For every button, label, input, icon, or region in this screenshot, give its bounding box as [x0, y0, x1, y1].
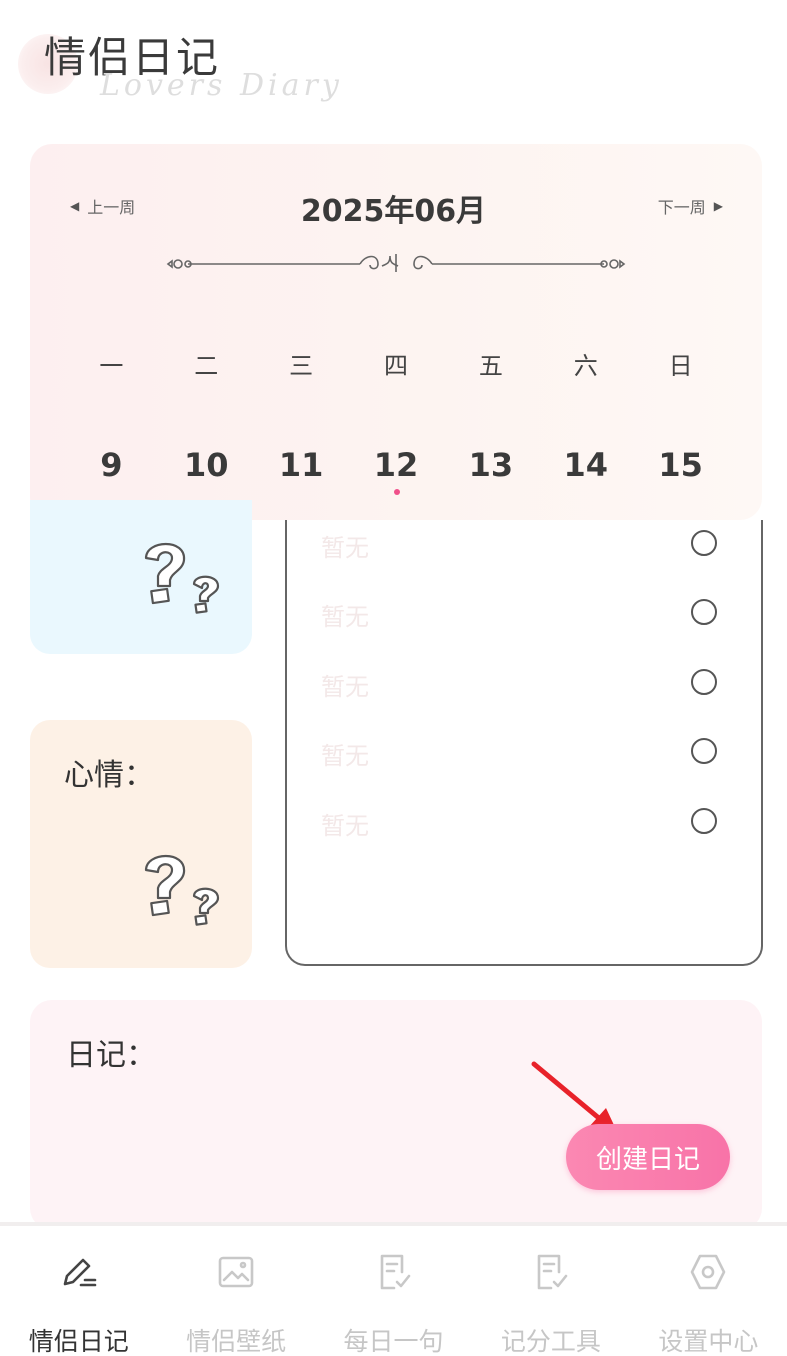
date-cell[interactable]: 13	[443, 446, 538, 484]
scorecard-icon	[531, 1252, 571, 1292]
todo-text: 暂无	[321, 673, 369, 701]
todo-item[interactable]: 暂无	[287, 593, 761, 633]
todo-text: 暂无	[321, 534, 369, 562]
tab-settings[interactable]: 设置中心	[630, 1226, 787, 1356]
weekday-label: 三	[289, 352, 314, 380]
date-cell[interactable]: 11	[254, 446, 349, 484]
diary-label: 日记：	[66, 1038, 156, 1073]
tab-couple-diary[interactable]: 情侣日记	[0, 1226, 157, 1356]
todo-list-card: 暂无 暂无 暂无 暂无 暂无	[285, 520, 763, 966]
tab-daily-quote[interactable]: 每日一句	[315, 1226, 472, 1356]
todo-checkbox[interactable]	[691, 669, 717, 695]
weekday-label: 五	[478, 352, 503, 380]
tab-label: 设置中心	[658, 1327, 759, 1356]
todo-checkbox[interactable]	[691, 599, 717, 625]
tab-label: 每日一句	[343, 1327, 444, 1356]
next-week-button[interactable]: 下一周 ▶	[658, 194, 723, 218]
todo-text: 暂无	[321, 742, 369, 770]
ornament-divider	[166, 254, 626, 272]
todo-text: 暂无	[321, 812, 369, 840]
tab-couple-wallpaper[interactable]: 情侣壁纸	[157, 1226, 314, 1356]
create-diary-button[interactable]: 创建日记	[566, 1124, 730, 1190]
weekday-label: 四	[384, 352, 408, 380]
weekday-row: 一 二 三 四 五 六 日	[64, 346, 728, 381]
weekday-label: 六	[573, 352, 598, 380]
pencil-icon	[59, 1252, 99, 1292]
weekday-label: 一	[99, 352, 124, 380]
date-cell-selected[interactable]: 12	[349, 446, 444, 484]
tab-label: 记分工具	[500, 1327, 601, 1356]
image-icon	[216, 1252, 256, 1292]
date-cell[interactable]: 15	[633, 446, 728, 484]
settings-icon	[688, 1252, 728, 1292]
question-marks-icon	[144, 543, 220, 614]
todo-text: 暂无	[321, 603, 369, 631]
bottom-tab-bar: 情侣日记 情侣壁纸 每日一句 记分工具 设置中心	[0, 1222, 787, 1356]
tab-label: 情侣日记	[28, 1327, 129, 1356]
selected-date-indicator	[394, 489, 400, 495]
todo-checkbox[interactable]	[691, 738, 717, 764]
todo-item[interactable]: 暂无	[287, 524, 761, 564]
todo-item[interactable]: 暂无	[287, 802, 761, 842]
question-marks-icon	[144, 855, 220, 926]
todo-checkbox[interactable]	[691, 530, 717, 556]
mood-label: 心情：	[64, 758, 154, 793]
todo-item[interactable]: 暂无	[287, 663, 761, 703]
date-cell[interactable]: 14	[538, 446, 633, 484]
date-cell[interactable]: 10	[159, 446, 254, 484]
todo-checkbox[interactable]	[691, 808, 717, 834]
triangle-right-icon: ▶	[713, 199, 723, 213]
tab-label: 情侣壁纸	[186, 1327, 287, 1356]
todo-item[interactable]: 暂无	[287, 732, 761, 772]
app-subtitle: Lovers Diary	[100, 68, 343, 103]
date-cell[interactable]: 9	[64, 446, 159, 484]
weekday-label: 二	[194, 352, 219, 380]
next-week-label: 下一周	[657, 198, 706, 217]
tab-score-tool[interactable]: 记分工具	[472, 1226, 629, 1356]
weekday-label: 日	[668, 352, 693, 380]
date-row: 9 10 11 12 13 14 15	[64, 446, 728, 484]
note-check-icon	[374, 1252, 414, 1292]
